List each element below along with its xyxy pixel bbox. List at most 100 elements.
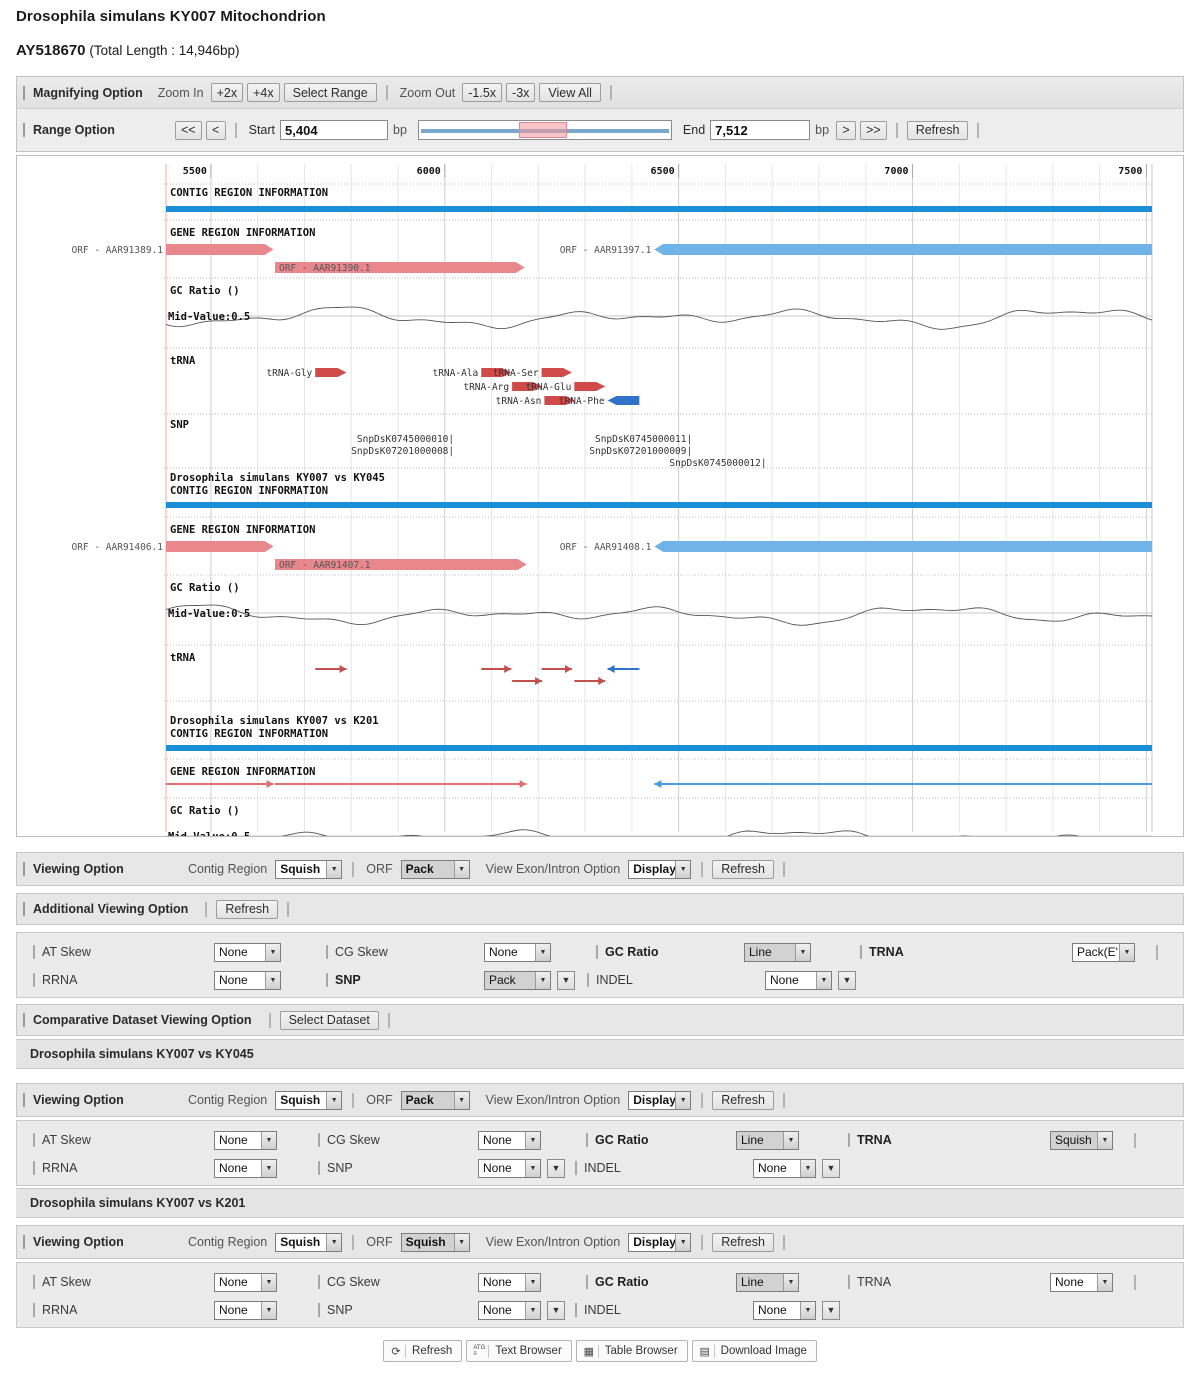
trna-select-k201[interactable]: None ▼ <box>1050 1272 1113 1292</box>
indel-expand-button[interactable]: ▼ <box>838 970 856 990</box>
select-range-button[interactable]: Select Range <box>283 83 377 102</box>
indel-select-k201[interactable]: None ▼ <box>753 1300 816 1320</box>
rrna-select-k201[interactable]: None ▼ <box>214 1300 277 1320</box>
chevron-down-icon: ▼ <box>675 1091 691 1109</box>
snp-select-k201[interactable]: None ▼ <box>478 1300 541 1320</box>
at-skew-select[interactable]: None ▼ <box>214 942 281 962</box>
track-text: GENE REGION INFORMATION <box>170 766 315 778</box>
exon-intron-select-k201[interactable]: Display ▼ <box>628 1232 692 1252</box>
indel-label-ky045: INDEL <box>575 1161 621 1175</box>
start-input[interactable] <box>280 120 389 140</box>
track-text: Drosophila simulans KY007 vs KY045 <box>170 472 385 484</box>
divider <box>701 861 704 877</box>
divider <box>609 85 612 100</box>
cg-skew-select[interactable]: None ▼ <box>484 942 551 962</box>
options-row-2-k201: RRNA None ▼ SNP None ▼ ▼ INDEL None ▼ ▼ <box>17 1297 1183 1323</box>
chevron-down-icon: ▼ <box>535 943 550 961</box>
indel-expand-button-k201[interactable]: ▼ <box>822 1300 840 1320</box>
options-row-1-ky045: AT Skew None ▼ CG Skew None ▼ GC Ratio L… <box>17 1127 1183 1153</box>
viewing-option-bar: Viewing Option Contig Region Squish ▼ OR… <box>16 852 1184 886</box>
snp-select-ky045[interactable]: None ▼ <box>478 1158 541 1178</box>
text-browser-button[interactable]: ATG ≡ Text Browser <box>466 1340 572 1362</box>
indel-cell-ky045: INDEL <box>573 1161 683 1175</box>
contig-region-label: Contig Region <box>188 862 268 876</box>
gc-ratio-select[interactable]: Line ▼ <box>744 942 811 962</box>
range-refresh-button[interactable]: Refresh <box>906 120 969 140</box>
snp-value: Pack <box>489 973 516 987</box>
exon-intron-value-ky045: Display <box>633 1093 676 1107</box>
track-text: CONTIG REGION INFORMATION <box>170 187 328 199</box>
gc-ratio-select-ky045[interactable]: Line ▼ <box>736 1130 799 1150</box>
additional-refresh-button[interactable]: Refresh <box>216 899 279 919</box>
prev-page-button[interactable]: < <box>205 120 226 140</box>
exon-intron-select[interactable]: Display ▼ <box>628 859 692 879</box>
snp-expand-button-k201[interactable]: ▼ <box>547 1300 565 1320</box>
indel-select-ky045[interactable]: None ▼ <box>753 1158 816 1178</box>
orf-select-k201[interactable]: Squish ▼ <box>400 1232 470 1252</box>
zoom-in-2x-button[interactable]: +2x <box>210 83 244 102</box>
rrna-label-k201: RRNA <box>33 1303 77 1317</box>
at-skew-select-ky045[interactable]: None ▼ <box>214 1130 277 1150</box>
select-dataset-button[interactable]: Select Dataset <box>279 1010 379 1030</box>
download-image-label: Download Image <box>720 1345 807 1357</box>
bottom-toolbar: ⟳ Refresh ATG ≡ Text Browser ▦ Table Brow… <box>0 1340 1200 1362</box>
bottom-refresh-button[interactable]: ⟳ Refresh <box>383 1340 463 1362</box>
range-option-label: Range Option <box>23 123 173 137</box>
gc-ratio-select-k201[interactable]: Line ▼ <box>736 1272 799 1292</box>
exon-intron-select-ky045[interactable]: Display ▼ <box>628 1090 692 1110</box>
cg-skew-select-ky045[interactable]: None ▼ <box>478 1130 541 1150</box>
indel-expand-button-ky045[interactable]: ▼ <box>822 1158 840 1178</box>
rrna-select-ky045[interactable]: None ▼ <box>214 1158 277 1178</box>
range-slider[interactable] <box>417 120 672 140</box>
divider <box>385 85 388 100</box>
contig-region-value: Squish <box>280 862 321 876</box>
contig-region-select-k201[interactable]: Squish ▼ <box>275 1232 343 1252</box>
exon-intron-value: Display <box>633 862 676 876</box>
download-image-button[interactable]: ▤ Download Image <box>691 1340 817 1362</box>
contig-region-select[interactable]: Squish ▼ <box>275 859 343 879</box>
refresh-button-ky045[interactable]: Refresh <box>712 1090 774 1110</box>
track-text: tRNA <box>170 355 196 367</box>
snp-expand-button-ky045[interactable]: ▼ <box>547 1158 565 1178</box>
snp-select[interactable]: Pack ▼ <box>484 970 551 990</box>
start-label: Start <box>248 123 276 137</box>
end-input[interactable] <box>710 120 811 140</box>
exon-intron-label-k201: View Exon/Intron Option <box>485 1235 621 1249</box>
gc-ratio-label: GC Ratio <box>596 945 658 959</box>
snp-expand-button[interactable]: ▼ <box>557 970 575 990</box>
cg-skew-label-ky045: CG Skew <box>318 1133 380 1147</box>
zoom-out-3x-button[interactable]: -3x <box>506 83 536 102</box>
range-slider-thumb[interactable] <box>518 122 567 138</box>
bottom-refresh-label: Refresh <box>412 1345 453 1357</box>
zoom-in-4x-button[interactable]: +4x <box>247 83 280 102</box>
rrna-label: RRNA <box>33 973 77 987</box>
track-text: SnpDsK0745000012| <box>669 458 766 469</box>
orf-value: Pack <box>405 862 434 876</box>
contig-region-select-ky045[interactable]: Squish ▼ <box>275 1090 343 1110</box>
end-label: End <box>682 123 706 137</box>
additional-options-grid: AT Skew None ▼ CG Skew None ▼ GC Ratio L… <box>16 932 1184 998</box>
trna-select[interactable]: Pack(E' ▼ <box>1072 942 1135 962</box>
cg-skew-select-k201[interactable]: None ▼ <box>478 1272 541 1292</box>
at-skew-select-k201[interactable]: None ▼ <box>214 1272 277 1292</box>
table-browser-button[interactable]: ▦ Table Browser <box>575 1340 688 1362</box>
viewing-option-refresh-button[interactable]: Refresh <box>712 859 774 879</box>
trna-label-ky045: TRNA <box>848 1133 892 1147</box>
indel-select[interactable]: None ▼ <box>765 970 832 990</box>
track-text: GC Ratio () <box>170 582 240 594</box>
trna-select-ky045[interactable]: Squish ▼ <box>1050 1130 1113 1150</box>
genome-track-viewport[interactable]: 5500 6000 6500 7000 7500 CONTIG REGION INFORM… <box>16 155 1184 837</box>
rrna-select[interactable]: None ▼ <box>214 970 281 990</box>
refresh-button-k201[interactable]: Refresh <box>712 1232 774 1252</box>
view-all-button[interactable]: View All <box>539 83 601 102</box>
next-page-button[interactable]: > <box>836 120 857 140</box>
last-page-button[interactable]: >> <box>860 120 887 140</box>
download-image-icon: ▤ <box>699 1344 715 1358</box>
orf-select[interactable]: Pack ▼ <box>400 859 470 879</box>
chevron-down-icon: ▼ <box>525 1131 540 1149</box>
orf-select-ky045[interactable]: Pack ▼ <box>400 1090 470 1110</box>
zoom-out-1-5x-button[interactable]: -1.5x <box>462 83 503 102</box>
first-page-button[interactable]: << <box>175 120 202 140</box>
atg-text-icon: ATG ≡ <box>473 1344 490 1358</box>
contig-bar <box>166 206 1152 212</box>
